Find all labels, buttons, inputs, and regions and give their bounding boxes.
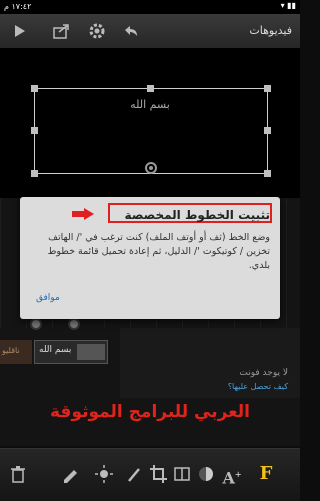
install-fonts-dialog: تثبيت الخطوط المخصصة وضع الخط (ثف أو أوت… [20, 197, 280, 319]
canvas-text-layer: بسم الله [130, 98, 170, 111]
dialog-message: وضع الخط (ثف أو أوتف الملف) كنت ترغب في … [47, 232, 270, 271]
edit-icon[interactable] [60, 463, 80, 485]
preview-canvas[interactable]: بسم الله [0, 48, 300, 198]
share-button[interactable] [50, 20, 72, 42]
pencil-icon[interactable] [124, 463, 144, 485]
layout-icon[interactable] [172, 463, 192, 485]
status-bar: ١٧:٤٢ م ▾ ▮▮ [0, 0, 300, 14]
watermark-text: العربي للبرامج الموثوقة [50, 402, 250, 422]
top-toolbar: فيديوهات [0, 14, 300, 49]
how-to-get-link[interactable]: كيف تحصل عليها؟ [228, 382, 288, 391]
resize-handle[interactable] [264, 85, 271, 92]
status-icons: ▾ ▮▮ [280, 1, 296, 10]
timeline-clip[interactable]: ناقليو [0, 340, 32, 364]
arrow-icon [72, 208, 94, 220]
resize-handle[interactable] [264, 127, 271, 134]
anchor-target-icon[interactable] [145, 162, 157, 174]
resize-handle[interactable] [31, 127, 38, 134]
font-icon[interactable]: F [256, 463, 276, 485]
resize-handle[interactable] [31, 85, 38, 92]
app-title: فيديوهات [249, 24, 292, 37]
text-size-icon[interactable]: A+ [222, 463, 242, 487]
delete-icon[interactable] [8, 463, 28, 485]
clip-label: ناقليو [2, 346, 20, 355]
ok-button[interactable]: موافق [36, 293, 60, 303]
no-fonts-text: لا يوجد فونت [239, 368, 288, 378]
undo-icon [125, 26, 137, 36]
dialog-title: تثبيت الخطوط المخصصة [124, 208, 270, 222]
clip-label: بسم الله [39, 345, 72, 355]
bottom-toolbar: A+ F [0, 448, 300, 501]
resize-handle[interactable] [31, 170, 38, 177]
color-icon[interactable] [196, 463, 216, 485]
settings-button[interactable] [86, 20, 108, 42]
gear-icon [89, 23, 105, 39]
crop-icon[interactable] [148, 463, 168, 485]
share-icon [53, 24, 69, 39]
play-button[interactable] [8, 20, 30, 42]
resize-handle[interactable] [147, 85, 154, 92]
clip-thumbnail [77, 344, 105, 360]
brightness-icon[interactable] [94, 463, 114, 485]
status-time: ١٧:٤٢ م [4, 2, 32, 11]
clip-handle-right[interactable] [68, 318, 80, 330]
undo-button[interactable] [120, 20, 142, 42]
text-clip[interactable]: بسم الله [34, 340, 108, 364]
resize-handle[interactable] [264, 170, 271, 177]
clip-handle-left[interactable] [30, 318, 42, 330]
play-icon [15, 25, 25, 37]
